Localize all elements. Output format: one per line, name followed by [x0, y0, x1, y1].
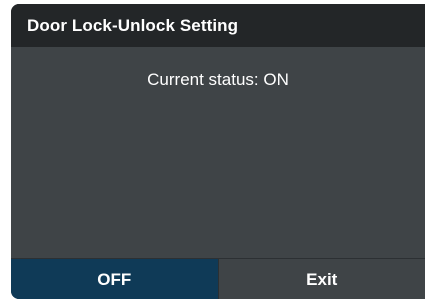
- dialog-body: Current status: ON: [11, 47, 425, 258]
- off-button-label: OFF: [97, 269, 132, 289]
- button-bar: OFF Exit: [11, 258, 425, 299]
- current-status-text: Current status: ON: [147, 70, 289, 89]
- off-button[interactable]: OFF: [11, 259, 218, 299]
- exit-button-label: Exit: [306, 269, 338, 289]
- door-lock-dialog: Door Lock-Unlock Setting Current status:…: [11, 4, 425, 299]
- dialog-title: Door Lock-Unlock Setting: [27, 15, 239, 35]
- title-bar: Door Lock-Unlock Setting: [11, 4, 425, 47]
- exit-button[interactable]: Exit: [217, 259, 425, 299]
